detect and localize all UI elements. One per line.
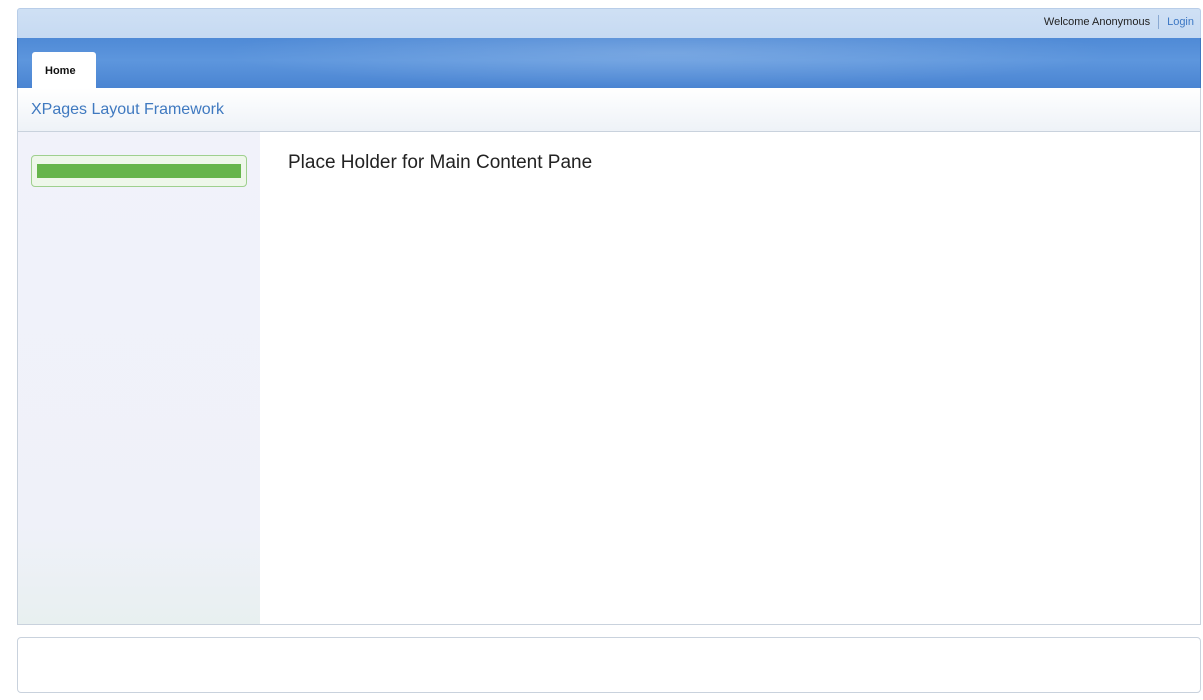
utility-links: Welcome Anonymous Login [1044, 15, 1194, 29]
application-frame: Welcome Anonymous Login Home XPages Layo… [0, 0, 1203, 700]
title-bar: Home [17, 38, 1201, 88]
left-nav-item-highlight [37, 164, 241, 178]
login-link[interactable]: Login [1167, 16, 1194, 28]
main-content-heading: Place Holder for Main Content Pane [288, 152, 593, 173]
banner-swoosh-decoration [218, 38, 1118, 88]
utility-bar: Welcome Anonymous Login [17, 8, 1201, 38]
utility-separator [1158, 15, 1160, 29]
main-content-pane: Place Holder for Main Content Pane [260, 132, 1200, 624]
left-column [18, 132, 260, 624]
left-nav-item[interactable] [31, 155, 247, 187]
footer [17, 637, 1201, 693]
place-bar: XPages Layout Framework [17, 88, 1201, 132]
welcome-text: Welcome Anonymous [1043, 16, 1151, 28]
place-title: XPages Layout Framework [31, 101, 224, 118]
tab-home[interactable]: Home [32, 52, 96, 88]
content-area: Place Holder for Main Content Pane [17, 132, 1201, 625]
